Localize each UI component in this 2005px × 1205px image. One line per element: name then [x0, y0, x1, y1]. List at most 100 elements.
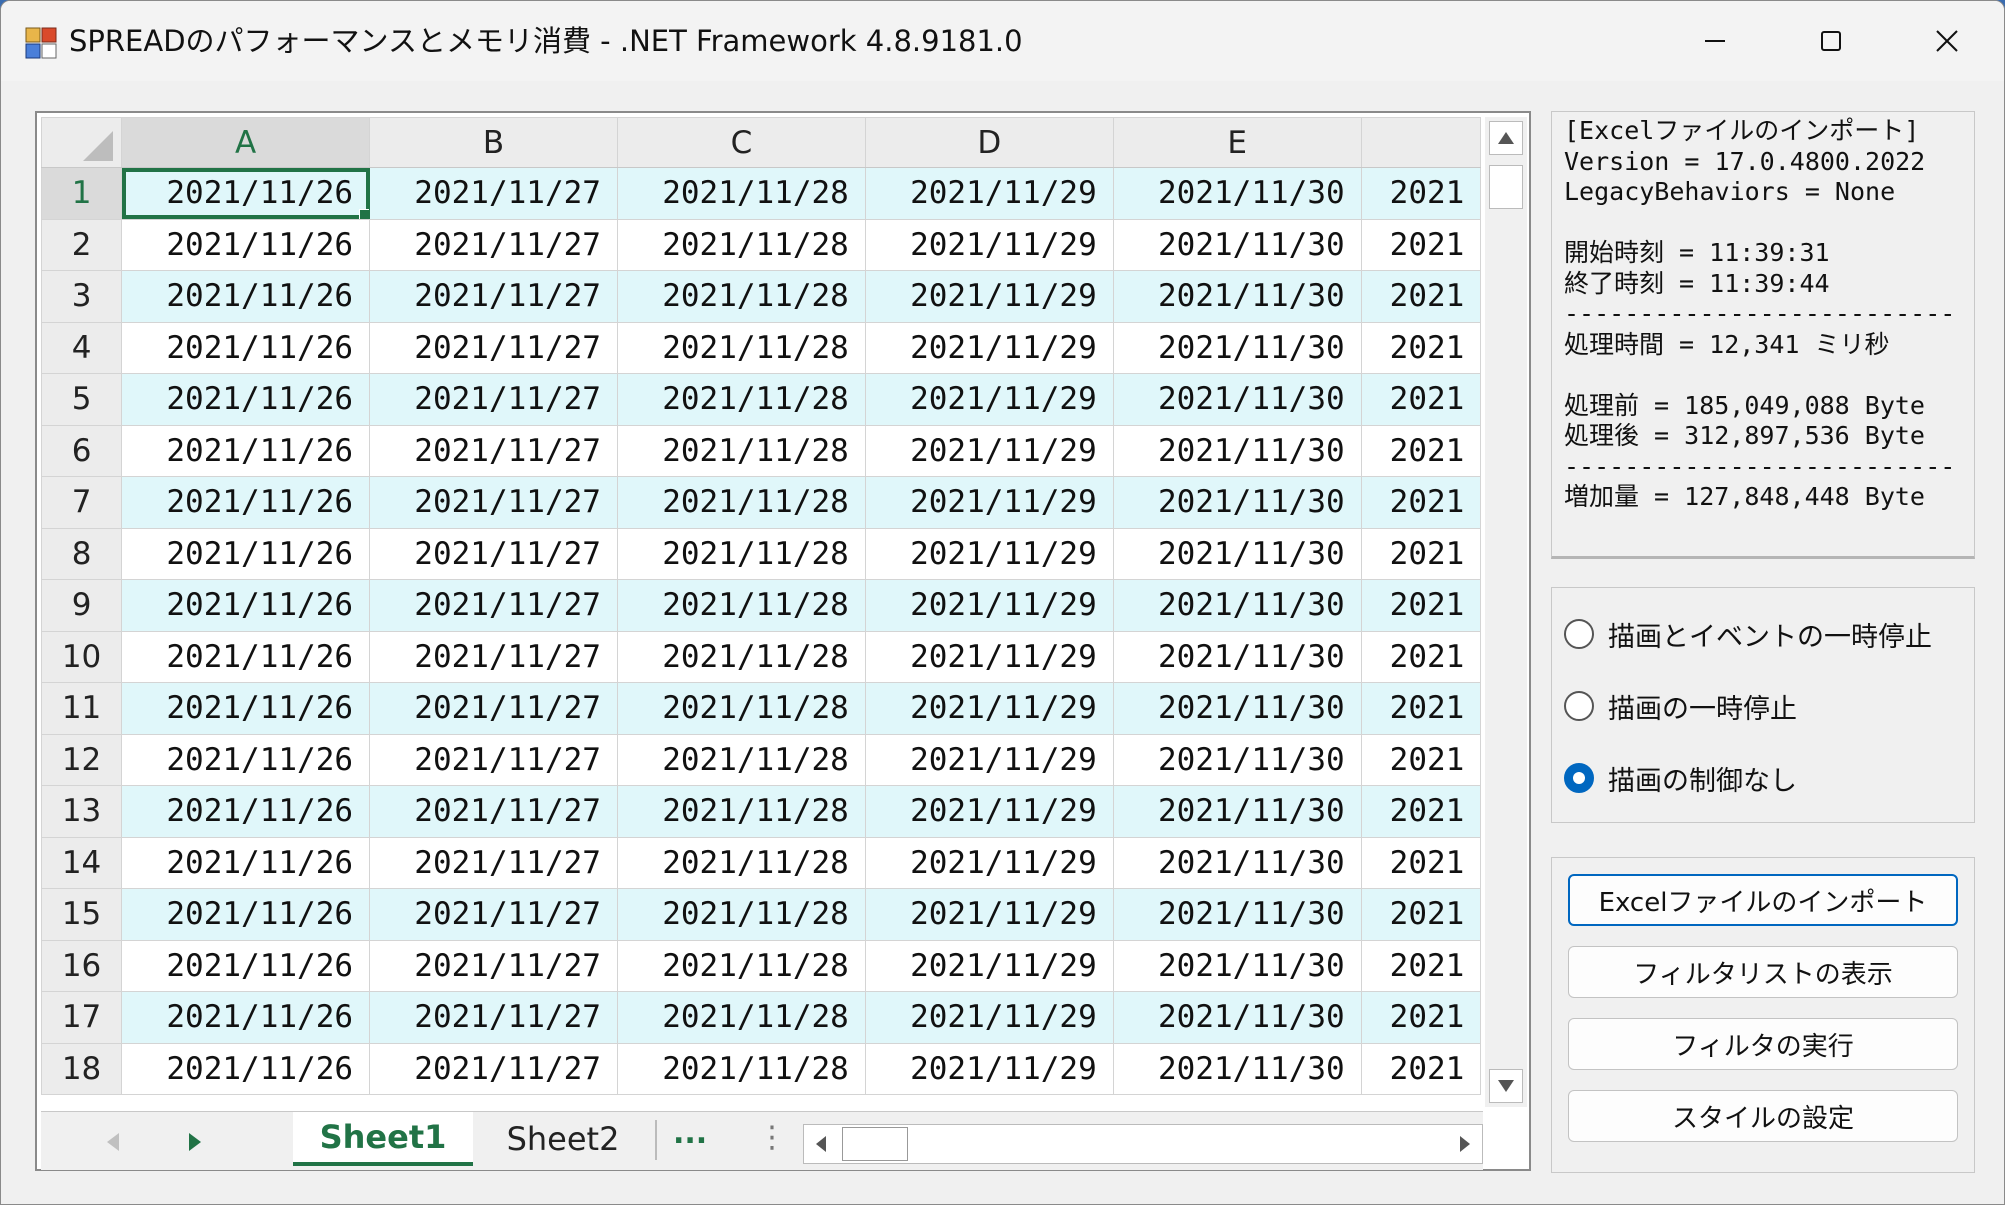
row-header[interactable]: 3 [41, 270, 123, 323]
grid-cell[interactable]: 2021/11/27 [369, 321, 618, 374]
style-settings-button[interactable]: スタイルの設定 [1568, 1090, 1958, 1142]
grid-cell[interactable]: 2021/11/28 [616, 527, 866, 580]
column-header-e[interactable]: E [1112, 117, 1362, 168]
tab-sheet2[interactable]: Sheet2 [473, 1112, 653, 1166]
grid-cell[interactable]: 2021 [1360, 218, 1481, 271]
horizontal-scroll-thumb[interactable] [842, 1127, 908, 1161]
grid-cell[interactable]: 2021/11/29 [864, 321, 1114, 374]
grid-cell[interactable]: 2021/11/27 [369, 991, 618, 1044]
grid-cell[interactable]: 2021/11/30 [1112, 682, 1362, 735]
maximize-button[interactable] [1773, 1, 1889, 81]
grid-cell[interactable]: 2021/11/29 [864, 836, 1114, 889]
grid-cell[interactable]: 2021/11/26 [121, 476, 371, 529]
grid-cell[interactable]: 2021/11/26 [121, 218, 371, 271]
close-button[interactable] [1889, 1, 2004, 81]
column-header-d[interactable]: D [864, 117, 1114, 168]
grid-cell[interactable]: 2021/11/27 [369, 836, 618, 889]
run-filter-button[interactable]: フィルタの実行 [1568, 1018, 1958, 1070]
grid-cell[interactable]: 2021/11/28 [616, 579, 866, 632]
grid-cell[interactable]: 2021/11/28 [616, 630, 866, 683]
grid-cell[interactable]: 2021/11/28 [616, 939, 866, 992]
grid-cell[interactable]: 2021/11/27 [369, 1042, 618, 1095]
row-header[interactable]: 6 [41, 424, 123, 477]
next-sheet-button[interactable] [175, 1122, 215, 1162]
grid-cell[interactable]: 2021/11/26 [121, 373, 371, 426]
scroll-up-button[interactable] [1489, 121, 1523, 155]
grid-cell[interactable]: 2021/11/30 [1112, 373, 1362, 426]
tab-sheet1[interactable]: Sheet1 [293, 1112, 473, 1166]
grid-cell[interactable]: 2021/11/30 [1112, 579, 1362, 632]
grid-cell[interactable]: 2021/11/28 [616, 321, 866, 374]
grid-cell[interactable]: 2021/11/28 [616, 218, 866, 271]
column-header-a[interactable]: A [121, 117, 371, 168]
active-cell[interactable]: 2021/11/26 [121, 167, 371, 220]
column-header-f[interactable] [1360, 117, 1481, 168]
grid-cell[interactable]: 2021/11/26 [121, 888, 371, 941]
grid-cell[interactable]: 2021/11/30 [1112, 270, 1362, 323]
row-header[interactable]: 17 [41, 991, 123, 1044]
grid-cell[interactable]: 2021/11/30 [1112, 424, 1362, 477]
row-header[interactable]: 4 [41, 321, 123, 374]
grid-cell[interactable]: 2021 [1360, 785, 1481, 838]
grid-cell[interactable]: 2021/11/28 [616, 1042, 866, 1095]
grid-cell[interactable]: 2021/11/29 [864, 167, 1114, 220]
grid-cell[interactable]: 2021/11/30 [1112, 836, 1362, 889]
grid-cell[interactable]: 2021 [1360, 939, 1481, 992]
grid-cell[interactable]: 2021/11/28 [616, 682, 866, 735]
grid-cell[interactable]: 2021/11/28 [616, 424, 866, 477]
grid-cell[interactable]: 2021/11/29 [864, 476, 1114, 529]
grid-cell[interactable]: 2021 [1360, 579, 1481, 632]
grid-cell[interactable]: 2021/11/29 [864, 270, 1114, 323]
grid-cell[interactable]: 2021/11/27 [369, 630, 618, 683]
show-filter-list-button[interactable]: フィルタリストの表示 [1568, 946, 1958, 998]
grid-cell[interactable]: 2021/11/26 [121, 1042, 371, 1095]
spreadsheet-grid[interactable]: A B C D E 1 2021/11/26 2021/11/27 2021/11/2… [41, 117, 1481, 1095]
grid-cell[interactable]: 2021 [1360, 167, 1481, 220]
radio-suspend-paint-and-events[interactable]: 描画とイベントの一時停止 [1564, 612, 1932, 656]
minimize-button[interactable] [1657, 1, 1773, 81]
grid-cell[interactable]: 2021/11/28 [616, 373, 866, 426]
grid-cell[interactable]: 2021/11/29 [864, 218, 1114, 271]
grid-cell[interactable]: 2021/11/30 [1112, 785, 1362, 838]
grid-cell[interactable]: 2021 [1360, 270, 1481, 323]
grid-cell[interactable]: 2021/11/27 [369, 424, 618, 477]
fill-handle[interactable] [359, 208, 369, 219]
grid-cell[interactable]: 2021/11/26 [121, 785, 371, 838]
radio-no-paint-control[interactable]: 描画の制御なし [1564, 756, 1797, 800]
grid-cell[interactable]: 2021/11/27 [369, 167, 618, 220]
row-header[interactable]: 11 [41, 682, 123, 735]
scroll-left-button[interactable] [804, 1125, 838, 1163]
grid-cell[interactable]: 2021 [1360, 476, 1481, 529]
grid-cell[interactable]: 2021/11/29 [864, 527, 1114, 580]
grid-cell[interactable]: 2021/11/28 [616, 888, 866, 941]
grid-cell[interactable]: 2021/11/29 [864, 373, 1114, 426]
select-all-corner[interactable] [41, 117, 123, 168]
grid-cell[interactable]: 2021 [1360, 836, 1481, 889]
grid-cell[interactable]: 2021/11/29 [864, 939, 1114, 992]
grid-cell[interactable]: 2021/11/26 [121, 579, 371, 632]
grid-cell[interactable]: 2021 [1360, 630, 1481, 683]
grid-cell[interactable]: 2021 [1360, 991, 1481, 1044]
grid-cell[interactable]: 2021/11/29 [864, 991, 1114, 1044]
row-header[interactable]: 18 [41, 1042, 123, 1095]
grid-cell[interactable]: 2021/11/28 [616, 167, 866, 220]
row-header[interactable]: 10 [41, 630, 123, 683]
grid-cell[interactable]: 2021/11/30 [1112, 1042, 1362, 1095]
row-header[interactable]: 14 [41, 836, 123, 889]
vertical-scrollbar[interactable] [1485, 117, 1527, 1107]
grid-cell[interactable]: 2021/11/27 [369, 527, 618, 580]
grid-cell[interactable]: 2021 [1360, 888, 1481, 941]
grid-cell[interactable]: 2021 [1360, 1042, 1481, 1095]
grid-cell[interactable]: 2021/11/27 [369, 476, 618, 529]
grid-cell[interactable]: 2021/11/27 [369, 373, 618, 426]
grid-cell[interactable]: 2021/11/30 [1112, 321, 1362, 374]
grid-cell[interactable]: 2021/11/29 [864, 682, 1114, 735]
grid-cell[interactable]: 2021/11/26 [121, 991, 371, 1044]
grid-cell[interactable]: 2021/11/29 [864, 579, 1114, 632]
spreadsheet-control[interactable]: A B C D E 1 2021/11/26 2021/11/27 2021/11/2… [35, 111, 1531, 1171]
grid-cell[interactable]: 2021/11/28 [616, 836, 866, 889]
grid-cell[interactable]: 2021/11/30 [1112, 527, 1362, 580]
grid-cell[interactable]: 2021/11/27 [369, 218, 618, 271]
scroll-down-button[interactable] [1489, 1069, 1523, 1103]
grid-cell[interactable]: 2021/11/26 [121, 733, 371, 786]
